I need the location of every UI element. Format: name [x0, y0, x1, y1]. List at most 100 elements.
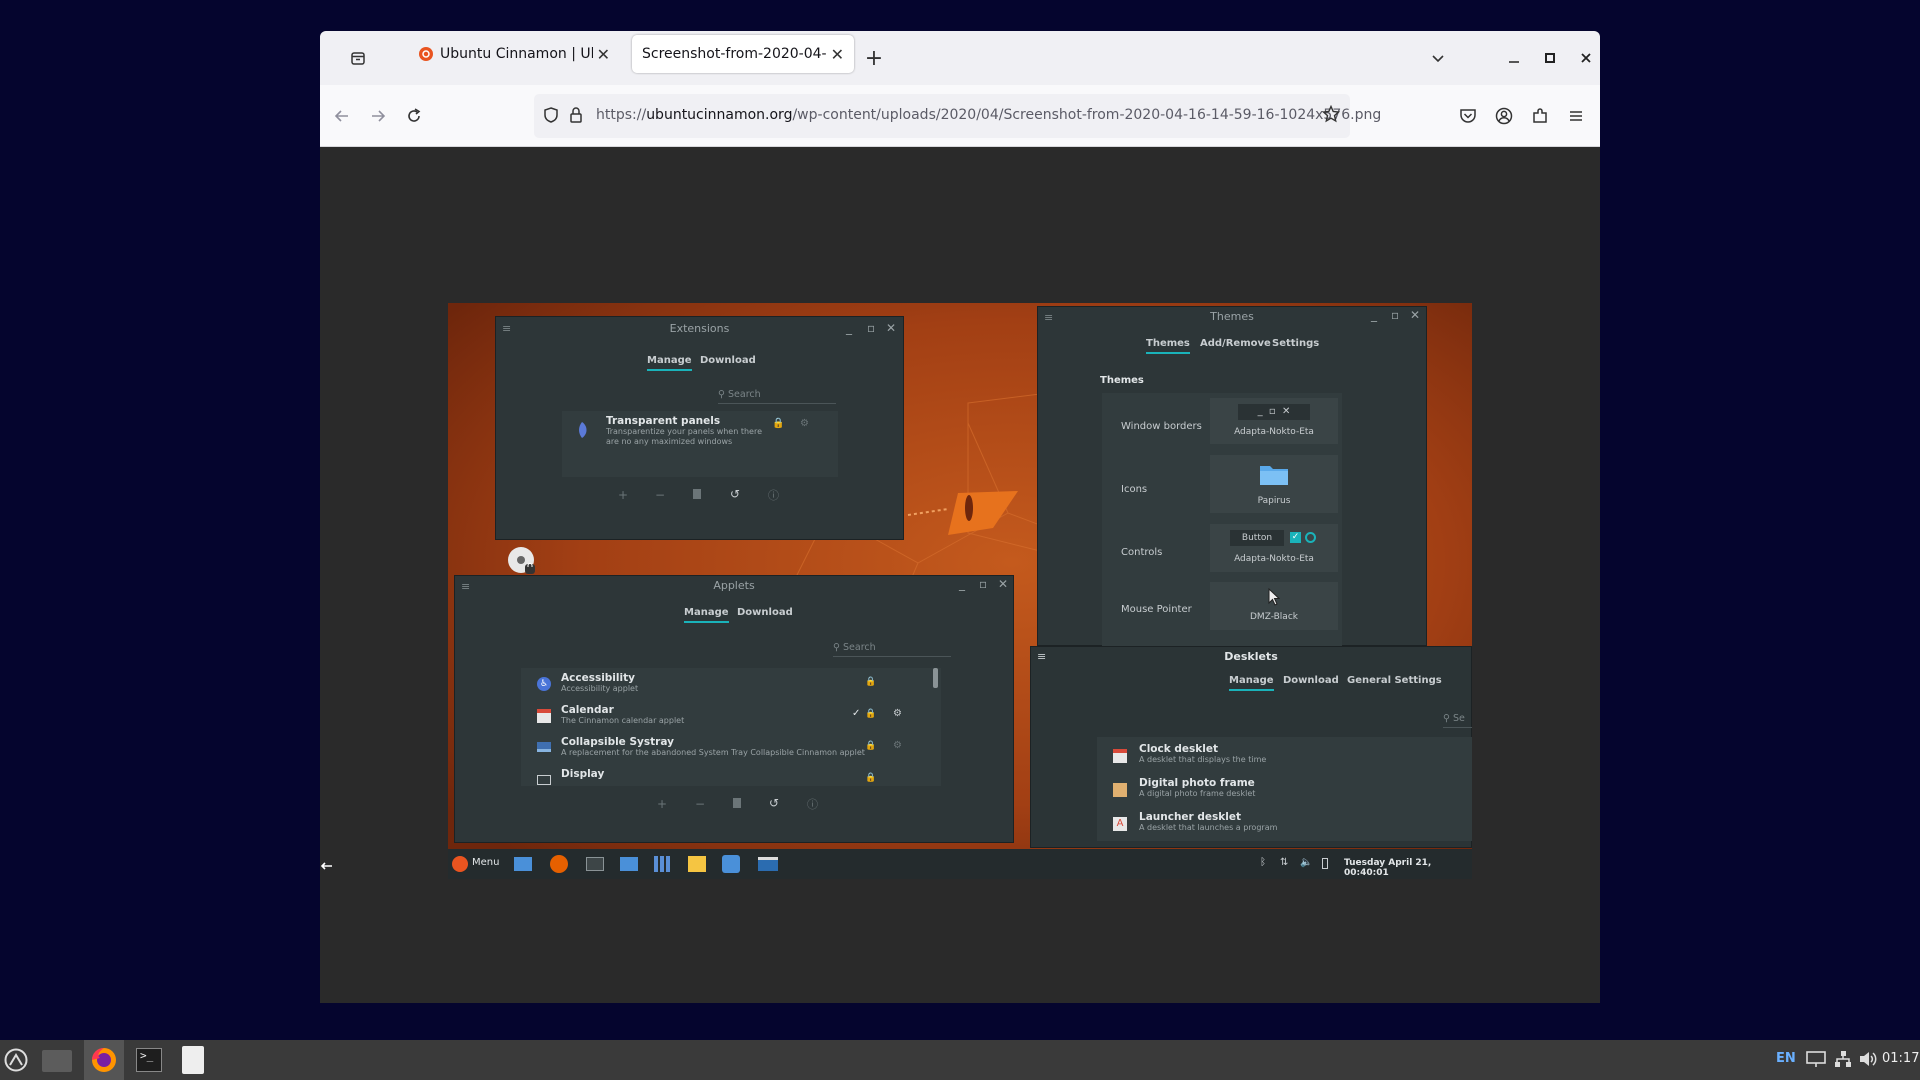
bluetooth-icon[interactable]: ᛒ [1260, 857, 1266, 868]
list-item[interactable]: Clock desklet A desklet that displays th… [1097, 737, 1472, 771]
navigation-toolbar: https://ubuntucinnamon.org/wp-content/up… [320, 85, 1600, 147]
minimize-icon[interactable]: _ [846, 321, 852, 335]
tab-settings[interactable]: Settings [1272, 338, 1319, 349]
tab-manage[interactable]: Manage [1229, 675, 1274, 691]
tab-overview-icon[interactable] [340, 40, 376, 76]
tab-add-remove[interactable]: Add/Remove [1200, 338, 1271, 349]
maximize-icon[interactable]: ▫ [1391, 308, 1399, 322]
mouse-pointer-chooser[interactable]: DMZ-Black [1210, 582, 1338, 630]
firefox-icon[interactable] [550, 855, 568, 873]
window-icon[interactable] [758, 857, 778, 871]
battery-icon[interactable] [1322, 858, 1328, 869]
network-icon[interactable] [1834, 1050, 1852, 1068]
item-title: Transparent panels [606, 415, 721, 427]
show-desktop-icon[interactable] [514, 857, 532, 871]
notes-icon[interactable] [688, 856, 706, 872]
lock-icon[interactable] [568, 106, 584, 124]
close-tab-icon[interactable]: ✕ [597, 45, 610, 64]
reload-icon[interactable] [396, 98, 432, 134]
close-icon[interactable]: ✕ [998, 577, 1008, 591]
forward-icon[interactable] [360, 98, 396, 134]
minimize-icon[interactable] [1496, 40, 1532, 76]
add-icon[interactable]: + [618, 488, 628, 502]
extensions-puzzle-icon[interactable] [722, 855, 740, 873]
trash-icon[interactable] [693, 489, 701, 499]
settings-icon[interactable]: ⚙ [800, 418, 809, 429]
icons-chooser[interactable]: Papirus [1210, 455, 1338, 513]
close-window-icon[interactable] [1568, 40, 1600, 76]
list-item[interactable]: Display 🔒 [521, 764, 929, 786]
list-item[interactable]: A Launcher desklet A desklet that launch… [1097, 805, 1472, 839]
pocket-icon[interactable] [1450, 98, 1486, 134]
tab-manage[interactable]: Manage [684, 607, 729, 623]
item-title: Launcher desklet [1139, 811, 1241, 823]
list-item[interactable]: Transparent panels Transparentize your p… [562, 411, 838, 477]
bookmark-star-icon[interactable] [1322, 105, 1340, 123]
list-tabs-chevron-icon[interactable] [1420, 40, 1456, 76]
enabled-check-icon: ✓ [852, 708, 861, 719]
extensions-puzzle-icon[interactable] [1522, 98, 1558, 134]
menu-icon[interactable] [4, 1048, 28, 1072]
controls-chooser[interactable]: Button ✓ Adapta-Nokto-Eta [1210, 524, 1338, 572]
undo-icon[interactable]: ↺ [769, 796, 779, 810]
search-input[interactable]: ⚲ Search [833, 642, 951, 657]
list-item[interactable]: Collapsible Systray A replacement for th… [521, 732, 929, 764]
search-input[interactable]: ⚲ Se [1443, 713, 1472, 728]
terminal-icon[interactable]: >_ [136, 1048, 162, 1072]
menu-icon[interactable] [452, 856, 468, 872]
volume-icon[interactable] [1858, 1050, 1878, 1068]
maximize-icon[interactable] [1532, 40, 1568, 76]
close-tab-icon[interactable]: ✕ [831, 45, 844, 64]
window-borders-chooser[interactable]: _ ▫ ✕ Adapta-Nokto-Eta [1210, 398, 1338, 444]
list-item[interactable]: Digital photo frame A digital photo fram… [1097, 771, 1472, 805]
tab-screenshot-image[interactable]: Screenshot-from-2020-04-16-14-59-16-1024… [632, 35, 854, 73]
tab-themes[interactable]: Themes [1146, 338, 1190, 354]
scrollbar[interactable] [933, 668, 938, 688]
remove-icon[interactable]: − [695, 797, 705, 811]
list-item[interactable]: Calendar The Cinnamon calendar applet ✓ … [521, 700, 929, 732]
maximize-icon[interactable]: ▫ [867, 321, 875, 335]
undo-icon[interactable]: ↺ [730, 487, 740, 501]
add-icon[interactable]: + [657, 797, 667, 811]
account-icon[interactable] [1486, 98, 1522, 134]
trash-icon[interactable] [733, 798, 741, 808]
keyboard-layout[interactable]: EN [1776, 1051, 1796, 1066]
clock[interactable]: 01:17 [1882, 1051, 1919, 1066]
tab-ubuntu-cinnamon[interactable]: Ubuntu Cinnamon | Ubuntu Cinnamon ✕ [408, 35, 620, 73]
volume-icon[interactable]: 🔈 [1300, 857, 1312, 868]
settings-icon[interactable]: ⚙ [893, 708, 902, 719]
search-input[interactable]: ⚲ Search [718, 389, 836, 404]
tracking-shield-icon[interactable] [542, 106, 560, 124]
minimize-icon[interactable]: _ [1371, 308, 1377, 322]
tab-download[interactable]: Download [700, 355, 756, 366]
panel-clock[interactable]: Tuesday April 21, 00:40:01 [1344, 858, 1472, 878]
tab-general-settings[interactable]: General Settings [1347, 675, 1442, 686]
url-bar[interactable]: https://ubuntucinnamon.org/wp-content/up… [534, 94, 1381, 138]
files-folder-icon[interactable] [42, 1050, 72, 1072]
new-tab-icon[interactable]: + [856, 40, 892, 76]
maximize-icon[interactable]: ▫ [979, 577, 987, 591]
tab-manage[interactable]: Manage [647, 355, 692, 371]
tab-download[interactable]: Download [737, 607, 793, 618]
close-icon[interactable]: ✕ [1410, 308, 1420, 322]
remove-icon[interactable]: − [655, 488, 665, 502]
text-editor-icon[interactable] [182, 1046, 204, 1074]
close-icon[interactable]: ✕ [886, 321, 896, 335]
list-item[interactable]: ♿ Accessibility Accessibility applet 🔒 [521, 668, 929, 700]
tab-download[interactable]: Download [1283, 675, 1339, 686]
settings-icon[interactable]: ⚙ [893, 740, 902, 751]
minimize-icon[interactable]: _ [959, 577, 965, 591]
info-icon[interactable]: ⓘ [807, 796, 818, 812]
firefox-task-button[interactable] [84, 1040, 124, 1080]
info-icon[interactable]: ⓘ [768, 487, 779, 503]
back-icon[interactable] [324, 98, 360, 134]
menu-label[interactable]: Menu [472, 857, 499, 868]
files-icon[interactable] [620, 857, 638, 871]
display-icon[interactable] [1806, 1050, 1826, 1068]
network-icon[interactable]: ⇅ [1280, 857, 1288, 868]
ubuntu-favicon-icon [419, 47, 433, 61]
settings-grid-icon[interactable] [654, 856, 670, 872]
terminal-icon[interactable] [586, 857, 604, 871]
app-menu-icon[interactable] [1558, 98, 1594, 134]
themes-window: ≡ Themes _ ▫ ✕ Themes Add/Remove Setting… [1037, 306, 1427, 647]
